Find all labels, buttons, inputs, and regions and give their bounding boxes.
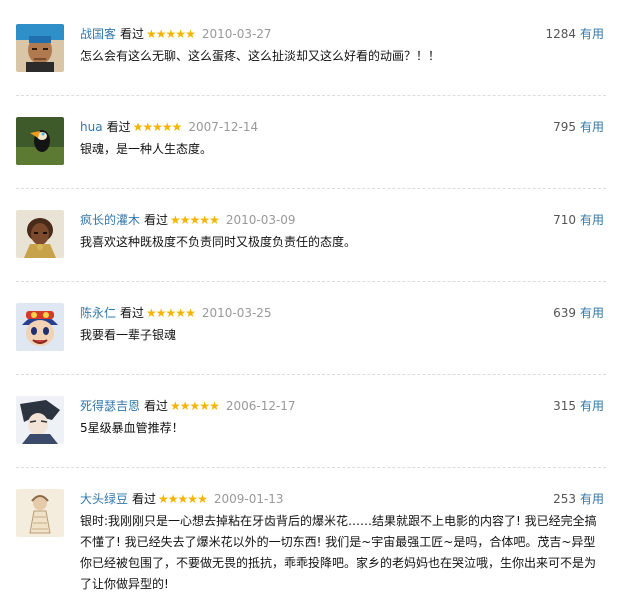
vote-area: 710 有用 bbox=[553, 211, 604, 229]
rating-stars: ★★★★★ bbox=[132, 120, 183, 134]
watched-label: 看过 bbox=[120, 27, 145, 41]
rating-stars: ★★★★★ bbox=[170, 213, 220, 227]
vote-count: 639 bbox=[553, 306, 576, 320]
username-link[interactable]: 陈永仁 bbox=[80, 306, 116, 320]
vote-area: 253 有用 bbox=[553, 490, 604, 508]
comment-list: 战国客 看过 ★★★★★ 2010-03-27 1284 有用 怎么会有这么无聊、这么蛋… bbox=[0, 0, 632, 611]
vote-count: 253 bbox=[553, 492, 576, 506]
vote-area: 1284 有用 bbox=[545, 25, 604, 43]
comment-meta: hua 看过 ★★★★★ 2007-12-14 bbox=[80, 118, 258, 136]
comment-meta: 战国客 看过 ★★★★★ 2010-03-27 bbox=[80, 25, 272, 43]
comment-text: 5星级暴血管推荐！ bbox=[80, 421, 184, 435]
comment-text: 银魂，是一种人生态度。 bbox=[80, 142, 213, 156]
divider bbox=[16, 95, 606, 96]
divider bbox=[16, 281, 606, 282]
comment-text: 银时:我刚刚只是一心想去掉粘在牙齿背后的爆米花……结果就跟不上电影的内容了! 我… bbox=[80, 514, 597, 591]
username-link[interactable]: hua bbox=[80, 120, 103, 134]
useful-button[interactable]: 有用 bbox=[580, 306, 604, 320]
useful-button[interactable]: 有用 bbox=[580, 213, 604, 227]
divider bbox=[16, 188, 606, 189]
vote-count: 795 bbox=[553, 120, 576, 134]
vote-area: 795 有用 bbox=[553, 118, 604, 136]
vote-count: 1284 bbox=[545, 27, 576, 41]
comment-date: 2006-12-17 bbox=[225, 399, 296, 413]
watched-label: 看过 bbox=[144, 399, 169, 413]
username-link[interactable]: 战国客 bbox=[80, 27, 116, 41]
watched-label: 看过 bbox=[106, 120, 131, 134]
useful-button[interactable]: 有用 bbox=[580, 399, 604, 413]
vote-area: 639 有用 bbox=[553, 304, 604, 322]
divider bbox=[16, 467, 606, 468]
useful-button[interactable]: 有用 bbox=[580, 27, 604, 41]
avatar[interactable] bbox=[16, 489, 64, 537]
vote-area: 315 有用 bbox=[553, 397, 604, 415]
watched-label: 看过 bbox=[120, 306, 145, 320]
comment-date: 2010-03-25 bbox=[201, 306, 272, 320]
avatar[interactable] bbox=[16, 303, 64, 351]
rating-stars: ★★★★★ bbox=[146, 306, 196, 320]
rating-stars: ★★★★★ bbox=[158, 492, 208, 506]
username-link[interactable]: 疯长的灌木 bbox=[80, 213, 140, 227]
comment-text: 我要看一辈子银魂 bbox=[80, 328, 177, 342]
comment-meta: 陈永仁 看过 ★★★★★ 2010-03-25 bbox=[80, 304, 272, 322]
username-link[interactable]: 死得瑟吉恩 bbox=[80, 399, 140, 413]
watched-label: 看过 bbox=[144, 213, 169, 227]
avatar[interactable] bbox=[16, 117, 64, 165]
useful-button[interactable]: 有用 bbox=[580, 492, 604, 506]
watched-label: 看过 bbox=[132, 492, 157, 506]
avatar[interactable] bbox=[16, 24, 64, 72]
vote-count: 315 bbox=[553, 399, 576, 413]
comment-meta: 死得瑟吉恩 看过 ★★★★★ 2006-12-17 bbox=[80, 397, 296, 415]
avatar[interactable] bbox=[16, 396, 64, 444]
rating-stars: ★★★★★ bbox=[170, 399, 220, 413]
comment-text: 我喜欢这种既极度不负责同时又极度负责任的态度。 bbox=[80, 235, 357, 249]
comment-text: 怎么会有这么无聊、这么蛋疼、这么扯淡却又这么好看的动画？！！ bbox=[80, 49, 441, 63]
avatar[interactable] bbox=[16, 210, 64, 258]
username-link[interactable]: 大头绿豆 bbox=[80, 492, 128, 506]
comment-date: 2007-12-14 bbox=[188, 120, 259, 134]
rating-stars: ★★★★★ bbox=[146, 27, 196, 41]
comment-date: 2010-03-27 bbox=[201, 27, 272, 41]
comment-meta: 大头绿豆 看过 ★★★★★ 2009-01-13 bbox=[80, 490, 284, 508]
vote-count: 710 bbox=[553, 213, 576, 227]
comment-date: 2009-01-13 bbox=[213, 492, 284, 506]
comment-date: 2010-03-09 bbox=[225, 213, 296, 227]
useful-button[interactable]: 有用 bbox=[580, 120, 604, 134]
divider bbox=[16, 374, 606, 375]
comment-meta: 疯长的灌木 看过 ★★★★★ 2010-03-09 bbox=[80, 211, 296, 229]
